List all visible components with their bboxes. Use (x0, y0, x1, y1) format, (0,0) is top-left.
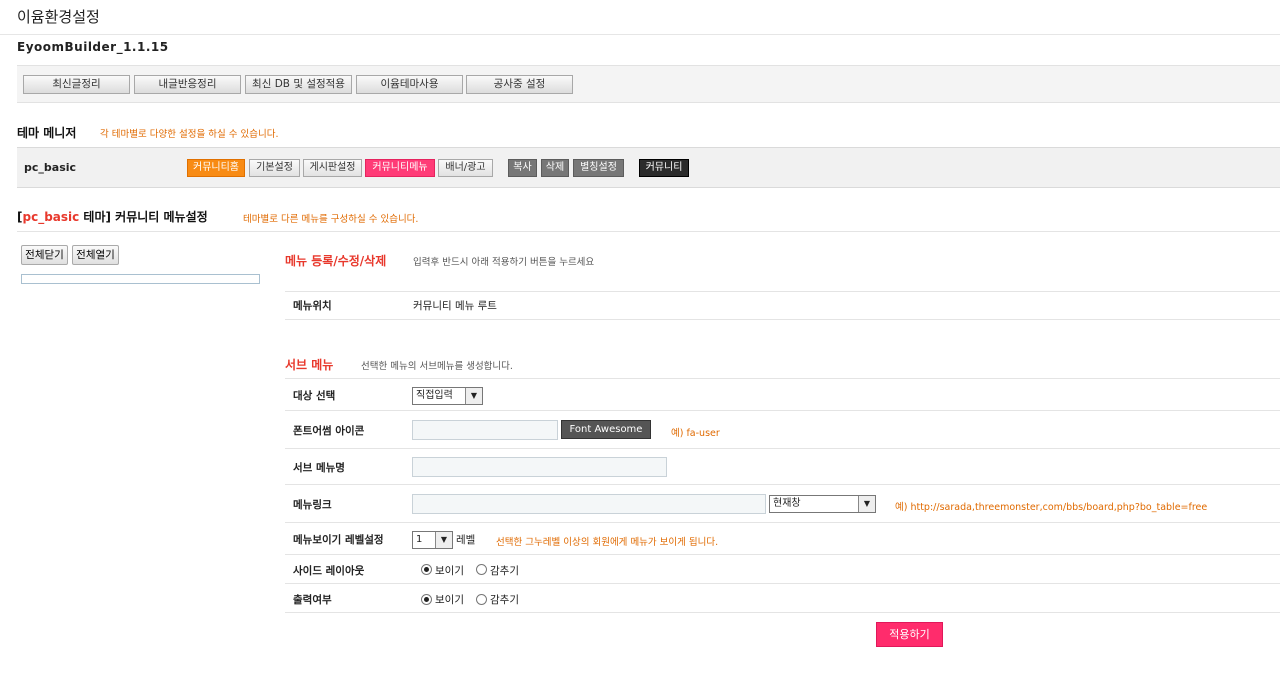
side-show-radio[interactable] (421, 564, 432, 575)
icon-label: 폰트어썸 아이콘 (293, 425, 365, 437)
side-hide-radio[interactable] (476, 564, 487, 575)
expand-all-button[interactable]: 전체열기 (72, 245, 119, 265)
divider (285, 554, 1280, 555)
menu-location-label: 메뉴위치 (293, 300, 332, 312)
menu-link-input[interactable] (412, 494, 766, 514)
sub-menu-name-label: 서브 메뉴명 (293, 462, 345, 474)
theme-bar: pc_basic 커뮤니티홈 기본설정 게시판설정 커뮤니티메뉴 배너/광고 복… (17, 147, 1280, 188)
alias-settings-button[interactable]: 별칭설정 (573, 159, 624, 177)
menu-link-label: 메뉴링크 (293, 499, 332, 511)
target-select-label: 대상 선택 (293, 390, 336, 402)
clean-reactions-button[interactable]: 내글반응정리 (134, 75, 241, 94)
output-show-radio[interactable] (421, 594, 432, 605)
sub-menu-name-input[interactable] (412, 457, 667, 477)
link-target-select[interactable]: 현재창 ▼ (769, 495, 876, 513)
chevron-down-icon: ▼ (858, 496, 875, 512)
target-select[interactable]: 직접입력 ▼ (412, 387, 483, 405)
collapse-all-button[interactable]: 전체닫기 (21, 245, 68, 265)
version-label: EyoomBuilder_1.1.15 (17, 40, 169, 54)
divider (17, 231, 1280, 232)
side-layout-label: 사이드 레이아웃 (293, 565, 365, 577)
level-label: 메뉴보이기 레벨설정 (293, 534, 384, 546)
divider (285, 378, 1280, 379)
divider (285, 484, 1280, 485)
clean-latest-button[interactable]: 최신글정리 (23, 75, 130, 94)
apply-button[interactable]: 적용하기 (876, 622, 943, 647)
page-title: 이윰환경설정 (17, 8, 100, 26)
menu-edit-title: 메뉴 등록/수정/삭제 (285, 254, 387, 268)
basic-settings-button[interactable]: 기본설정 (249, 159, 300, 177)
font-awesome-button[interactable]: Font Awesome (561, 420, 651, 439)
apply-db-button[interactable]: 최신 DB 및 설정적용 (245, 75, 352, 94)
side-hide-label: 감추기 (490, 565, 519, 577)
menu-edit-desc: 입력후 반드시 아래 적용하기 버튼을 누르세요 (413, 257, 595, 268)
theme-name: pc_basic (24, 161, 77, 174)
divider (285, 583, 1280, 584)
sub-menu-desc: 선택한 메뉴의 서브메뉴를 생성합니다. (361, 361, 513, 372)
use-theme-button[interactable]: 이윰테마사용 (356, 75, 463, 94)
menu-settings-theme: pc_basic (22, 210, 80, 224)
menu-settings-desc: 테마별로 다른 메뉴를 구성하실 수 있습니다. (243, 214, 419, 225)
board-settings-button[interactable]: 게시판설정 (303, 159, 362, 177)
chevron-down-icon: ▼ (435, 532, 452, 548)
divider (285, 448, 1280, 449)
level-select[interactable]: 1 ▼ (412, 531, 453, 549)
output-label: 출력여부 (293, 594, 332, 606)
theme-manager-desc: 각 테마별로 다양한 설정을 하실 수 있습니다. (100, 129, 279, 140)
menu-settings-title: [pc_basic 테마] 커뮤니티 메뉴설정 (17, 210, 208, 224)
divider (285, 291, 1280, 292)
divider (285, 522, 1280, 523)
output-show-label: 보이기 (435, 594, 464, 606)
link-hint: 예) http://sarada,threemonster,com/bbs/bo… (895, 502, 1208, 513)
community-menu-button[interactable]: 커뮤니티메뉴 (365, 159, 435, 177)
sub-menu-title: 서브 메뉴 (285, 358, 334, 372)
side-show-label: 보이기 (435, 565, 464, 577)
menu-location-value: 커뮤니티 메뉴 루트 (413, 300, 497, 312)
copy-button[interactable]: 복사 (508, 159, 537, 177)
output-hide-label: 감추기 (490, 594, 519, 606)
chevron-down-icon: ▼ (465, 388, 482, 404)
menu-tree[interactable] (21, 274, 260, 284)
construction-button[interactable]: 공사중 설정 (466, 75, 573, 94)
community-button[interactable]: 커뮤니티 (639, 159, 689, 177)
divider (285, 319, 1280, 320)
icon-input[interactable] (412, 420, 558, 440)
icon-hint: 예) fa-user (671, 428, 720, 439)
divider (0, 34, 1280, 35)
toolbar: 최신글정리 내글반응정리 최신 DB 및 설정적용 이윰테마사용 공사중 설정 (17, 65, 1280, 103)
delete-button[interactable]: 삭제 (541, 159, 569, 177)
divider (285, 410, 1280, 411)
divider (285, 612, 1280, 613)
banner-ad-button[interactable]: 배너/광고 (438, 159, 493, 177)
level-hint: 선택한 그누레벨 이상의 회원에게 메뉴가 보이게 됩니다. (496, 537, 719, 548)
level-unit: 레벨 (456, 534, 476, 546)
community-home-button[interactable]: 커뮤니티홈 (187, 159, 245, 177)
theme-manager-title: 테마 메니저 (17, 126, 77, 140)
output-hide-radio[interactable] (476, 594, 487, 605)
